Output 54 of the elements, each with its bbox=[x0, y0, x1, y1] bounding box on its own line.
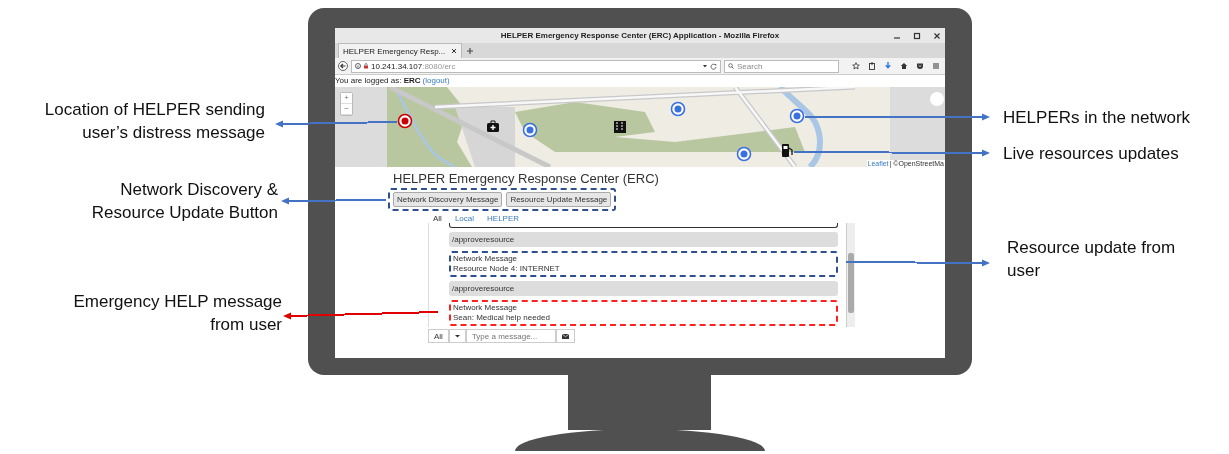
message-button[interactable]: Resource Update Message bbox=[506, 192, 612, 207]
scrollbar[interactable] bbox=[846, 223, 855, 327]
fuel-pump-icon[interactable] bbox=[782, 144, 793, 157]
annotation-label: Network Discovery & Resource Update Button bbox=[90, 179, 278, 224]
caret-icon bbox=[454, 334, 460, 338]
message-text: Sean: Medical help needed bbox=[453, 313, 551, 322]
clipboard-icon[interactable] bbox=[868, 62, 876, 70]
envelope-icon bbox=[561, 333, 569, 339]
chat-tab[interactable]: HELPER bbox=[487, 213, 520, 223]
search-field[interactable]: Search bbox=[724, 59, 839, 73]
url-field[interactable]: 10.241.34.107:8080/erc bbox=[351, 59, 721, 73]
reload-icon[interactable] bbox=[710, 62, 717, 70]
distress-marker-icon[interactable] bbox=[397, 113, 413, 129]
chat-tab[interactable]: All bbox=[433, 213, 442, 223]
helper-marker-icon[interactable] bbox=[789, 108, 805, 124]
logout-link[interactable]: (logout) bbox=[422, 76, 450, 85]
helper-marker-icon[interactable] bbox=[522, 122, 538, 138]
close-icon[interactable] bbox=[933, 32, 941, 40]
command-message: /approveresource bbox=[449, 232, 838, 247]
building-icon[interactable] bbox=[614, 121, 626, 133]
info-icon bbox=[355, 63, 361, 69]
message-button[interactable]: Network Discovery Message bbox=[393, 192, 503, 207]
search-icon bbox=[728, 63, 734, 69]
chat-tab[interactable]: Local bbox=[454, 213, 474, 223]
new-tab-icon[interactable] bbox=[466, 47, 475, 55]
annotation-label: Emergency HELP message from user bbox=[72, 291, 282, 336]
command-message: /approveresource bbox=[449, 281, 838, 296]
caret-icon[interactable] bbox=[702, 63, 708, 69]
download-icon[interactable] bbox=[884, 62, 892, 70]
page-heading: HELPER Emergency Response Center (ERC) bbox=[393, 171, 659, 186]
annotation-label: Live resources updates bbox=[1003, 143, 1180, 165]
message-title: Network Message bbox=[453, 303, 519, 312]
menu-icon[interactable] bbox=[932, 62, 940, 70]
home-icon[interactable] bbox=[900, 62, 908, 70]
message-input[interactable]: Type a message... bbox=[465, 329, 556, 343]
annotation-label: Location of HELPER sending user’s distress message bbox=[43, 99, 265, 144]
close-tab-icon[interactable] bbox=[451, 48, 458, 54]
browser-tab[interactable]: HELPER Emergency Resp... bbox=[338, 43, 463, 58]
helper-marker-icon[interactable] bbox=[736, 146, 752, 162]
first-aid-kit-icon[interactable] bbox=[487, 120, 499, 132]
channel-button[interactable]: All bbox=[428, 329, 449, 343]
star-icon[interactable] bbox=[852, 62, 860, 70]
window-title: HELPER Emergency Response Center (ERC) Application - Mozilla Firefox bbox=[500, 31, 780, 40]
pocket-icon[interactable] bbox=[916, 62, 924, 70]
back-icon[interactable] bbox=[338, 61, 348, 71]
annotation-label: Resource update from user bbox=[1007, 237, 1177, 282]
login-status-text: You are logged as: ERC bbox=[335, 76, 421, 85]
lock-icon bbox=[363, 63, 369, 69]
maximize-icon[interactable] bbox=[913, 32, 921, 40]
zoom-in-button[interactable]: + bbox=[341, 93, 352, 104]
message-title: Network Message bbox=[453, 254, 519, 263]
helper-marker-icon[interactable] bbox=[670, 101, 686, 117]
message-text: Resource Node 4: INTERNET bbox=[453, 264, 561, 273]
annotation-label: HELPERs in the network bbox=[1003, 107, 1192, 129]
